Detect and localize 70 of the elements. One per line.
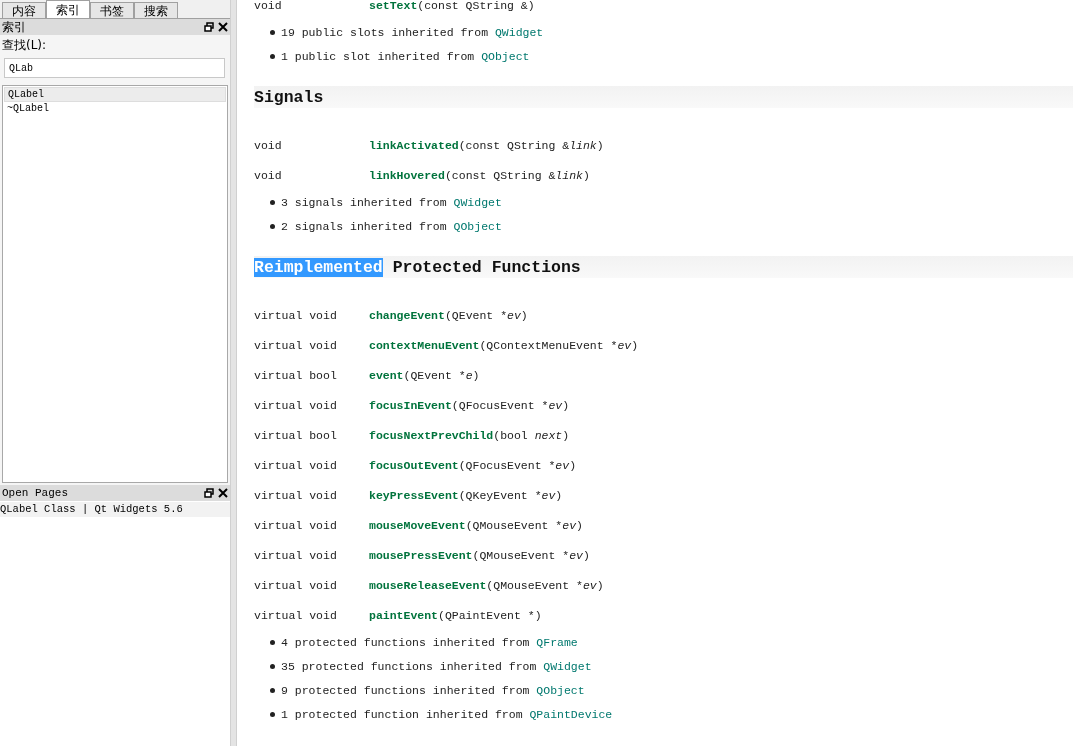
function-signature: focusInEvent(QFocusEvent *ev) [369, 398, 570, 412]
class-link[interactable]: QWidget [494, 25, 544, 39]
function-signature: keyPressEvent(QKeyEvent *ev) [369, 488, 563, 502]
class-link[interactable]: QObject [453, 219, 502, 233]
panel-title: Open Pages [2, 487, 69, 499]
bullet-icon [270, 711, 275, 717]
close-icon[interactable] [218, 22, 228, 32]
sidebar-tab[interactable]: 书签 [90, 2, 134, 18]
function-signature: setText(const QString &) [369, 0, 535, 12]
bullet-icon [270, 639, 275, 645]
function-signature: mousePressEvent(QMouseEvent *ev) [369, 548, 590, 562]
search-field[interactable]: QLab [4, 58, 225, 78]
return-type: virtual void [254, 488, 338, 502]
inherited-note: 19 public slots inherited from QWidget [281, 25, 544, 39]
function-signature: changeEvent(QEvent *ev) [369, 308, 528, 322]
return-type: virtual bool [254, 428, 338, 442]
sidebar-tab[interactable]: 搜索 [134, 2, 178, 18]
section-heading: Reimplemented Protected Functions [254, 256, 1073, 278]
sidebar-tab[interactable]: 索引 [46, 0, 90, 18]
class-link[interactable]: QObject [481, 49, 530, 63]
panel-title: 索引 [2, 18, 27, 36]
return-type: virtual void [254, 518, 338, 532]
bullet-icon [270, 53, 275, 59]
function-signature: linkActivated(const QString &link) [369, 138, 604, 152]
class-link[interactable]: QPaintDevice [529, 707, 613, 721]
function-signature: focusNextPrevChild(bool next) [369, 428, 570, 442]
class-link[interactable]: QWidget [453, 195, 502, 209]
class-link[interactable]: QObject [536, 683, 585, 697]
function-signature: event(QEvent *e) [369, 368, 480, 382]
inherited-note: 9 protected functions inherited from QObject [281, 683, 585, 697]
inherited-note: 4 protected functions inherited from QFrame [281, 635, 578, 649]
splitter-handle[interactable] [230, 0, 237, 746]
section-heading: Signals [254, 86, 1073, 108]
return-type: virtual bool [254, 368, 338, 382]
return-type: virtual void [254, 338, 338, 352]
bullet-icon [270, 223, 275, 229]
class-link[interactable]: QWidget [543, 659, 592, 673]
float-window-icon[interactable] [204, 488, 214, 498]
bullet-icon [270, 29, 275, 35]
return-type: virtual void [254, 608, 338, 622]
class-link[interactable]: QFrame [536, 635, 578, 649]
return-type: void [254, 0, 283, 12]
find-label: 查找(L): [2, 37, 48, 54]
return-type: void [254, 168, 283, 182]
float-window-icon[interactable] [204, 22, 214, 32]
bullet-icon [270, 663, 275, 669]
function-signature: focusOutEvent(QFocusEvent *ev) [369, 458, 577, 472]
return-type: virtual void [254, 548, 338, 562]
return-type: void [254, 138, 283, 152]
inherited-note: 35 protected functions inherited from QWidget [281, 659, 592, 673]
return-type: virtual void [254, 308, 338, 322]
return-type: virtual void [254, 458, 338, 472]
inherited-note: 1 public slot inherited from QObject [281, 49, 530, 63]
function-signature: mouseReleaseEvent(QMouseEvent *ev) [369, 578, 604, 592]
close-icon[interactable] [218, 488, 228, 498]
return-type: virtual void [254, 578, 338, 592]
bullet-icon [270, 687, 275, 693]
return-type: virtual void [254, 398, 338, 412]
function-signature: contextMenuEvent(QContextMenuEvent *ev) [369, 338, 639, 352]
inherited-note: 3 signals inherited from QWidget [281, 195, 502, 209]
function-signature: paintEvent(QPaintEvent *) [369, 608, 542, 622]
index-item[interactable]: ~QLabel [4, 102, 226, 115]
inherited-note: 2 signals inherited from QObject [281, 219, 502, 233]
function-signature: linkHovered(const QString &link) [369, 168, 590, 182]
inherited-note: 1 protected function inherited from QPaintDevice [281, 707, 613, 721]
sidebar-tab[interactable]: 内容 [2, 2, 46, 18]
open-page-item[interactable]: QLabel Class | Qt Widgets 5.6 [0, 502, 230, 517]
function-signature: mouseMoveEvent(QMouseEvent *ev) [369, 518, 583, 532]
index-item[interactable]: QLabel [4, 87, 226, 102]
bullet-icon [270, 199, 275, 205]
